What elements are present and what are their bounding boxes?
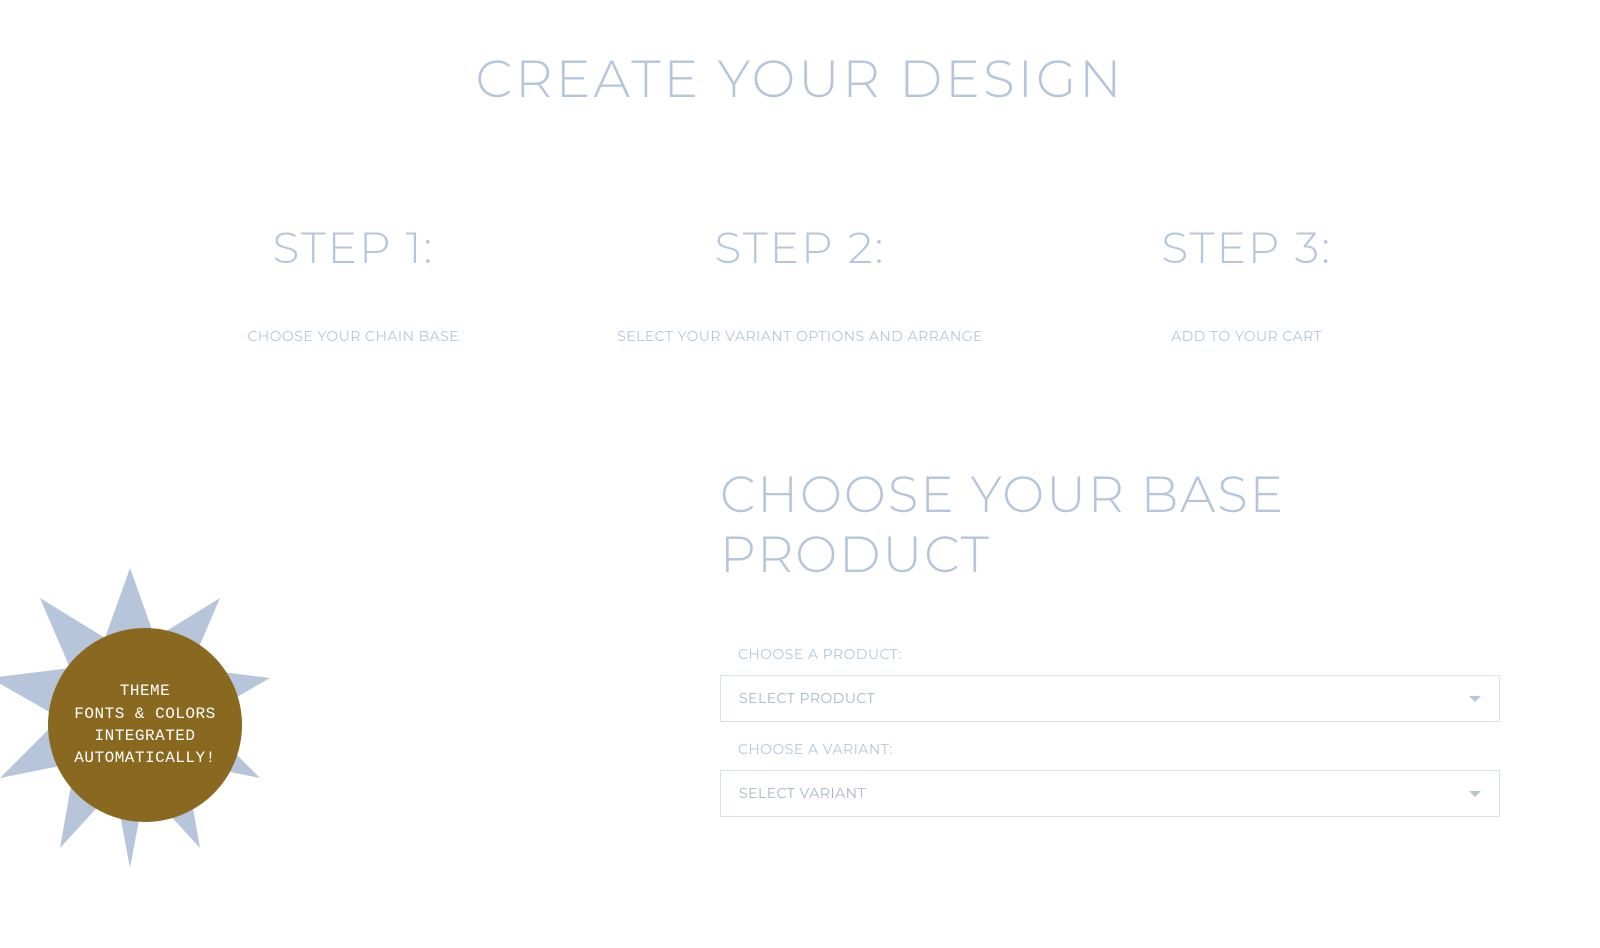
step-3: STEP 3: ADD TO YOUR CART xyxy=(1023,221,1470,345)
step-1-title: STEP 1: xyxy=(130,221,577,275)
badge-circle: THEME FONTS & COLORS INTEGRATED AUTOMATI… xyxy=(48,628,242,822)
step-3-title: STEP 3: xyxy=(1023,221,1470,275)
step-2-title: STEP 2: xyxy=(577,221,1024,275)
step-1-subtitle: CHOOSE YOUR CHAIN BASE xyxy=(130,327,577,345)
chevron-down-icon xyxy=(1469,791,1481,797)
product-form-group: CHOOSE A PRODUCT: SELECT PRODUCT xyxy=(720,645,1500,722)
product-select-text: SELECT PRODUCT xyxy=(739,689,875,707)
theme-badge: THEME FONTS & COLORS INTEGRATED AUTOMATI… xyxy=(0,568,280,868)
base-product-title: CHOOSE YOUR BASE PRODUCT xyxy=(720,465,1500,585)
step-2: STEP 2: SELECT YOUR VARIANT OPTIONS AND … xyxy=(577,221,1024,345)
product-label: CHOOSE A PRODUCT: xyxy=(720,645,1500,663)
chevron-down-icon xyxy=(1469,696,1481,702)
step-2-subtitle: SELECT YOUR VARIANT OPTIONS AND ARRANGE xyxy=(577,327,1024,345)
step-1: STEP 1: CHOOSE YOUR CHAIN BASE xyxy=(130,221,577,345)
variant-label: CHOOSE A VARIANT: xyxy=(720,740,1500,758)
product-select[interactable]: SELECT PRODUCT xyxy=(720,675,1500,722)
variant-select-text: SELECT VARIANT xyxy=(739,784,866,802)
badge-text: THEME FONTS & COLORS INTEGRATED AUTOMATI… xyxy=(74,680,215,770)
variant-select[interactable]: SELECT VARIANT xyxy=(720,770,1500,817)
step-3-subtitle: ADD TO YOUR CART xyxy=(1023,327,1470,345)
variant-form-group: CHOOSE A VARIANT: SELECT VARIANT xyxy=(720,740,1500,817)
page-title: CREATE YOUR DESIGN xyxy=(0,48,1600,111)
steps-row: STEP 1: CHOOSE YOUR CHAIN BASE STEP 2: S… xyxy=(0,221,1600,345)
